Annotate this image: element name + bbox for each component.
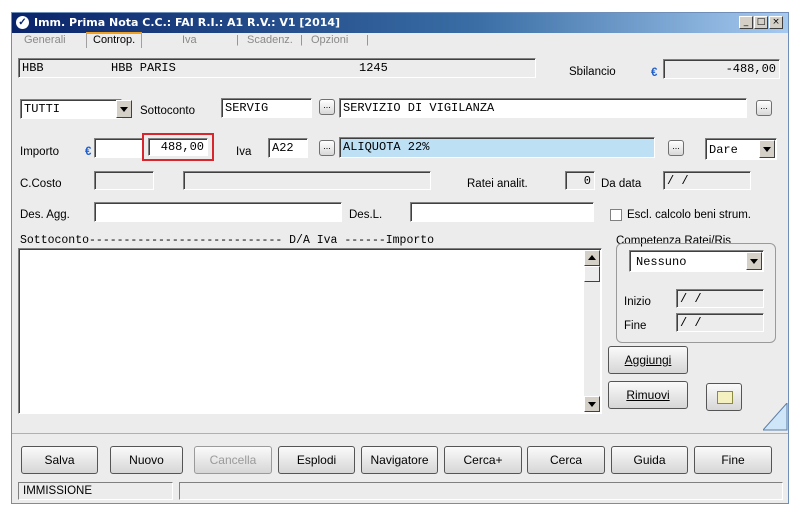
tab-generali[interactable]: Generali (24, 34, 66, 46)
inizio-label: Inizio (624, 296, 651, 308)
competenza-select[interactable]: Nessuno (629, 250, 764, 272)
iva-description-lookup-button[interactable]: ... (668, 140, 684, 156)
escl-beni-label: Escl. calcolo beni strum. (627, 209, 751, 221)
status-mode: IMMISSIONE (18, 482, 173, 500)
app-icon: ✓ (16, 16, 29, 29)
sbilancio-field: -488,00 (663, 59, 780, 79)
navigatore-button[interactable]: Navigatore (361, 446, 438, 474)
inizio-field: / / (676, 289, 764, 308)
ccosto-code-field (94, 171, 154, 190)
fine-button[interactable]: Fine (694, 446, 772, 474)
window-title: Imm. Prima Nota C.C.: FAI R.I.: A1 R.V.:… (34, 16, 341, 29)
cancella-button[interactable]: Cancella (194, 446, 272, 474)
des-l-field[interactable] (410, 202, 594, 222)
title-bar: ✓ Imm. Prima Nota C.C.: FAI R.I.: A1 R.V… (12, 13, 788, 33)
cerca-plus-button[interactable]: Cerca+ (444, 446, 522, 474)
ratei-analit-label: Ratei analit. (467, 178, 528, 190)
divider (12, 433, 788, 434)
importo-field[interactable]: 488,00 (148, 138, 208, 156)
iva-lookup-button[interactable]: ... (319, 140, 335, 156)
cerca-button[interactable]: Cerca (527, 446, 605, 474)
scroll-down-icon[interactable] (584, 396, 600, 412)
euro-icon: € (85, 146, 92, 158)
salva-button[interactable]: Salva (21, 446, 98, 474)
sottoconto-description-field[interactable]: SERVIZIO DI VIGILANZA (339, 98, 747, 118)
ccosto-label: C.Costo (20, 178, 62, 190)
tab-scadenz[interactable]: Scadenz. (247, 34, 293, 46)
iva-label: Iva (236, 146, 252, 158)
tab-separator: | (366, 34, 369, 46)
scroll-thumb[interactable] (584, 266, 600, 282)
ccosto-description-field (183, 171, 431, 190)
chevron-down-icon[interactable] (116, 100, 132, 118)
sottoconto-label: Sottoconto (140, 105, 195, 117)
description-lookup-button[interactable]: ... (756, 100, 772, 116)
filter-select[interactable]: TUTTI (20, 99, 122, 119)
tab-iva[interactable]: Iva (182, 34, 197, 46)
rimuovi-button[interactable]: Rimuovi (608, 381, 688, 409)
fine-label: Fine (624, 320, 647, 332)
tab-separator: | (300, 34, 303, 46)
minimize-button[interactable]: _ (739, 16, 753, 29)
fine-field: / / (676, 313, 764, 332)
importo-highlight: 488,00 (142, 133, 214, 161)
customer-code: HBB (22, 61, 44, 75)
des-l-label: Des.L. (349, 209, 383, 221)
iva-description-field[interactable]: ALIQUOTA 22% (339, 137, 655, 158)
main-window: ✓ Imm. Prima Nota C.C.: FAI R.I.: A1 R.V… (11, 12, 789, 504)
nuovo-button[interactable]: Nuovo (110, 446, 183, 474)
importo-label: Importo (20, 146, 59, 158)
entries-list[interactable] (18, 248, 602, 414)
document-number: 1245 (359, 61, 388, 75)
sbilancio-label: Sbilancio (569, 66, 616, 78)
scroll-up-icon[interactable] (584, 250, 600, 266)
list-scrollbar[interactable] (584, 250, 600, 412)
des-agg-field[interactable] (94, 202, 342, 222)
ratei-analit-field: 0 (565, 171, 595, 190)
close-button[interactable]: × (769, 16, 783, 29)
tab-strip: Generali Controp. Iva | Scadenz. | Opzio… (12, 32, 788, 48)
tab-controp[interactable]: Controp. (86, 32, 143, 48)
euro-icon: € (651, 67, 658, 79)
chevron-down-icon[interactable] (746, 252, 762, 270)
list-column-header: Sottoconto---------------------------- D… (20, 234, 435, 247)
aggiungi-button[interactable]: Aggiungi (608, 346, 688, 374)
status-message (179, 482, 783, 500)
maximize-button[interactable]: □ (754, 16, 768, 29)
chevron-down-icon[interactable] (759, 140, 775, 158)
sottoconto-code-field[interactable]: SERVIG (221, 98, 312, 118)
customer-name: HBB PARIS (111, 61, 176, 75)
tab-opzioni[interactable]: Opzioni (311, 34, 348, 46)
header-info-field: HBB HBB PARIS 1245 (18, 58, 536, 78)
guida-button[interactable]: Guida (611, 446, 688, 474)
da-data-field: / / (663, 171, 751, 190)
sottoconto-lookup-button[interactable]: ... (319, 99, 335, 115)
tab-separator: | (236, 34, 239, 46)
esplodi-button[interactable]: Esplodi (278, 446, 355, 474)
da-data-label: Da data (601, 178, 642, 190)
escl-beni-checkbox[interactable] (610, 209, 622, 221)
des-agg-label: Des. Agg. (20, 209, 70, 221)
iva-code-field[interactable]: A22 (268, 138, 308, 158)
resize-corner-icon[interactable] (763, 403, 788, 431)
attachment-icon[interactable] (706, 383, 742, 411)
